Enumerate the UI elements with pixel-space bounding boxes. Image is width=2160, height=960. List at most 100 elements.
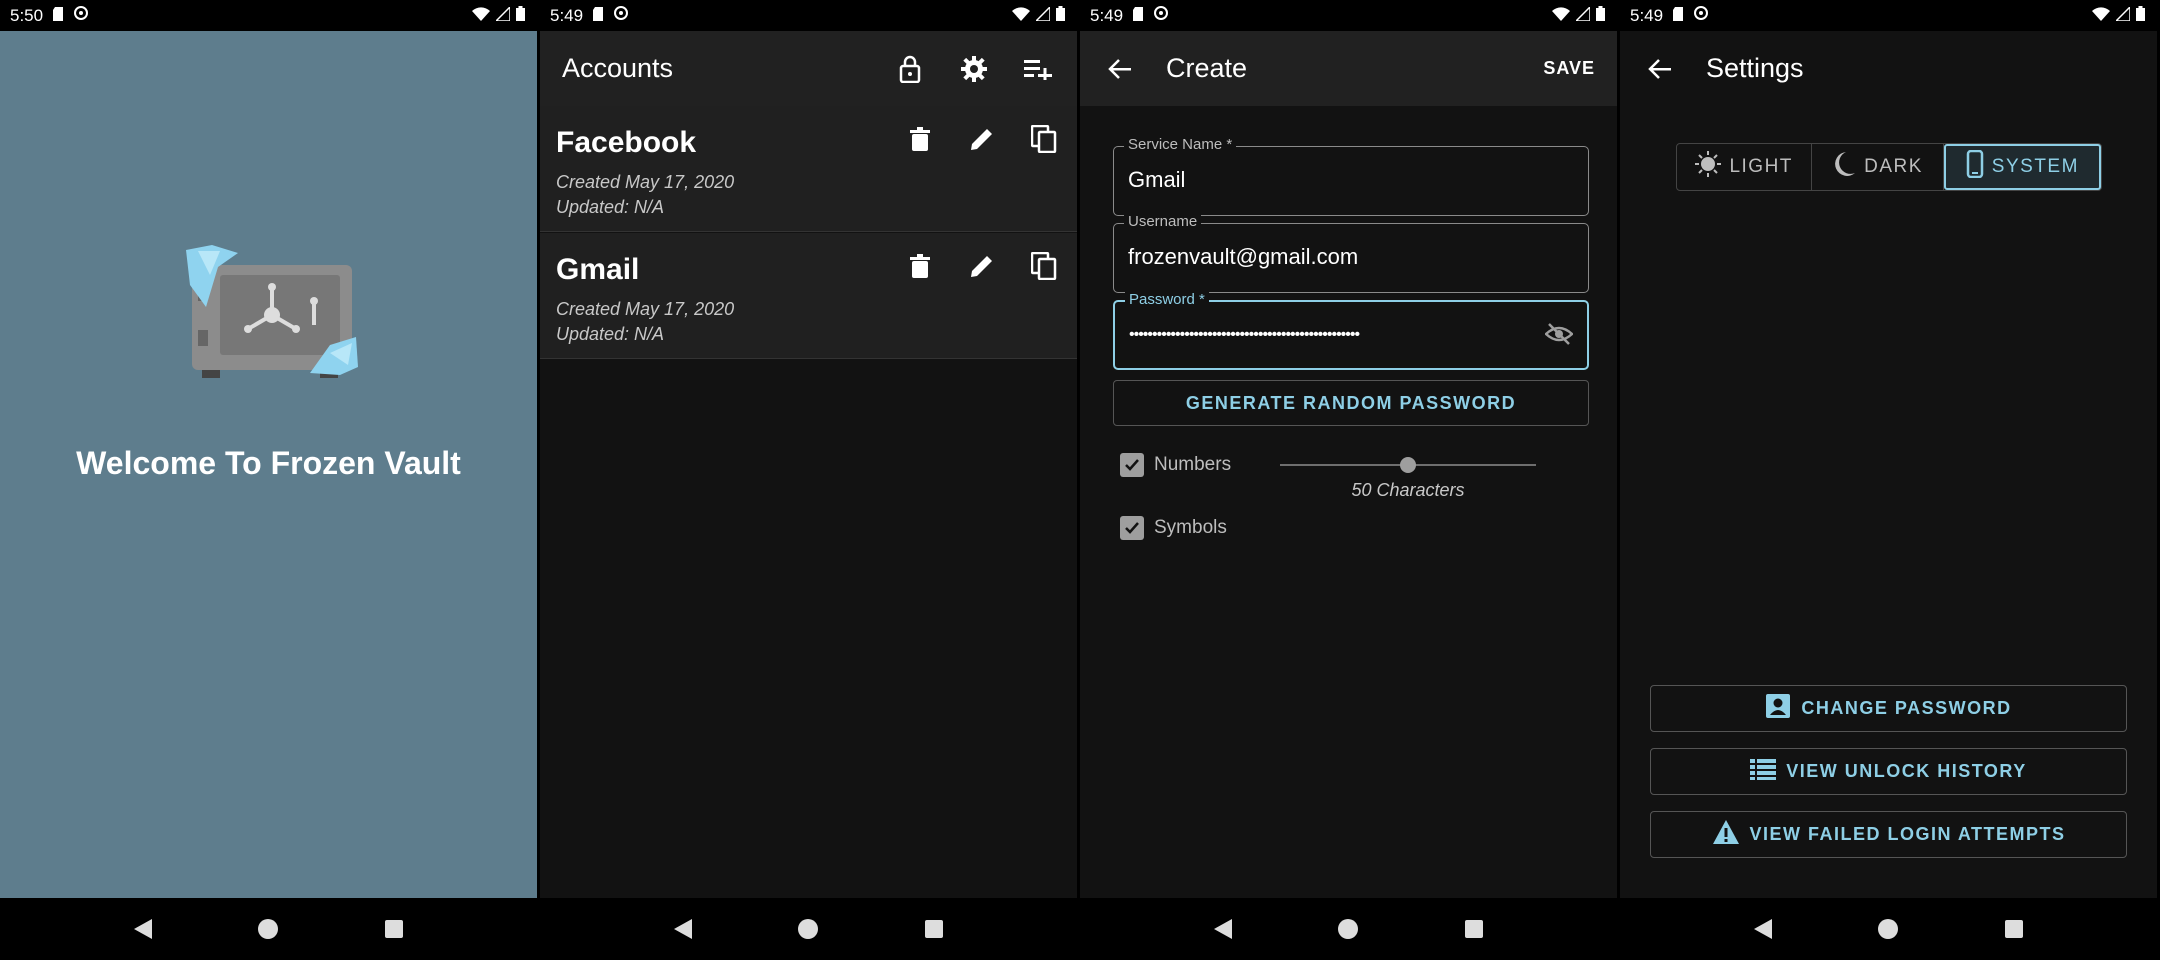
- password-input[interactable]: [1129, 320, 1529, 350]
- nav-bar: [1080, 898, 1617, 960]
- wifi-icon: [1552, 6, 1570, 26]
- numbers-label: Numbers: [1154, 454, 1232, 475]
- sd-card-icon: [1673, 6, 1685, 26]
- change-password-button[interactable]: CHANGE PASSWORD: [1650, 685, 2127, 732]
- settings-screen: 5:49 Settings LIGHT DARK SYSTEM CHANGE P…: [1620, 0, 2157, 960]
- gear-icon[interactable]: [957, 52, 991, 86]
- signal-icon: [1034, 4, 1051, 26]
- edit-icon[interactable]: [965, 122, 999, 156]
- copy-icon[interactable]: [1027, 249, 1061, 283]
- app-bar: Accounts: [540, 31, 1077, 106]
- account-card-gmail[interactable]: Gmail Created May 17, 2020 Updated: N/A: [540, 233, 1077, 359]
- back-nav-icon[interactable]: [126, 912, 160, 946]
- status-time: 5:49: [1090, 5, 1124, 25]
- sync-icon: [613, 5, 629, 26]
- accounts-screen: 5:49 Accounts Facebook Created May 17, 2…: [540, 0, 1077, 960]
- edit-icon[interactable]: [965, 249, 999, 283]
- recents-nav-icon[interactable]: [377, 912, 411, 946]
- sd-card-icon: [1133, 6, 1145, 26]
- length-slider-thumb[interactable]: [1400, 457, 1416, 473]
- home-nav-icon[interactable]: [1331, 912, 1365, 946]
- generate-random-password-button[interactable]: GENERATE RANDOM PASSWORD: [1113, 380, 1589, 426]
- theme-dark-option[interactable]: DARK: [1812, 144, 1944, 190]
- service-name-input[interactable]: [1128, 165, 1528, 195]
- failed-login-label: VIEW FAILED LOGIN ATTEMPTS: [1749, 824, 2066, 844]
- status-time: 5:50: [10, 5, 44, 25]
- theme-toggle-group: LIGHT DARK SYSTEM: [1676, 143, 2102, 191]
- username-input[interactable]: [1128, 242, 1528, 272]
- wifi-icon: [2092, 6, 2110, 26]
- visibility-off-icon[interactable]: [1544, 322, 1574, 351]
- sync-icon: [1153, 5, 1169, 26]
- signal-icon: [494, 4, 511, 26]
- symbols-checkbox[interactable]: [1120, 516, 1144, 540]
- home-nav-icon[interactable]: [251, 912, 285, 946]
- length-caption: 50 Characters: [1351, 480, 1465, 500]
- length-slider[interactable]: [1280, 457, 1536, 473]
- phone-icon: [1966, 149, 1984, 184]
- warning-icon: [1712, 819, 1740, 850]
- account-card-facebook[interactable]: Facebook Created May 17, 2020 Updated: N…: [540, 106, 1077, 232]
- save-button[interactable]: SAVE: [1543, 58, 1595, 79]
- sync-icon: [73, 5, 89, 26]
- account-created: Created May 17, 2020: [556, 172, 735, 192]
- numbers-option[interactable]: Numbers: [1120, 453, 1231, 477]
- page-title: Create: [1166, 53, 1248, 83]
- account-created: Created May 17, 2020: [556, 299, 735, 319]
- frozen-vault-logo: [180, 245, 360, 380]
- status-bar: 5:49: [1620, 0, 2157, 31]
- back-arrow-icon[interactable]: [1102, 52, 1136, 86]
- nav-bar: [1620, 898, 2157, 960]
- battery-icon: [1056, 5, 1065, 26]
- home-nav-icon[interactable]: [1871, 912, 1905, 946]
- symbols-label: Symbols: [1154, 517, 1227, 538]
- view-failed-login-attempts-button[interactable]: VIEW FAILED LOGIN ATTEMPTS: [1650, 811, 2127, 858]
- theme-light-label: LIGHT: [1729, 156, 1793, 177]
- status-time: 5:49: [550, 5, 584, 25]
- add-list-icon[interactable]: [1021, 52, 1055, 86]
- sync-icon: [1693, 5, 1709, 26]
- service-name-field: Service Name *: [1113, 136, 1589, 216]
- moon-icon: [1832, 151, 1856, 183]
- view-unlock-history-button[interactable]: VIEW UNLOCK HISTORY: [1650, 748, 2127, 795]
- theme-system-option[interactable]: SYSTEM: [1943, 144, 2101, 190]
- account-updated: Updated: N/A: [556, 197, 665, 217]
- change-password-label: CHANGE PASSWORD: [1801, 698, 2012, 718]
- wifi-icon: [1012, 6, 1030, 26]
- username-label: Username: [1124, 213, 1202, 230]
- home-nav-icon[interactable]: [791, 912, 825, 946]
- recents-nav-icon[interactable]: [1457, 912, 1491, 946]
- delete-icon[interactable]: [903, 122, 937, 156]
- sd-card-icon: [593, 6, 605, 26]
- signal-icon: [2114, 4, 2131, 26]
- create-screen: 5:49 Create SAVE Service Name * Username: [1080, 0, 1617, 960]
- lock-icon[interactable]: [893, 52, 927, 86]
- list-icon: [1750, 758, 1777, 785]
- sun-icon: [1695, 151, 1722, 183]
- back-nav-icon[interactable]: [1206, 912, 1240, 946]
- username-field: Username: [1113, 213, 1589, 293]
- status-bar: 5:49: [540, 0, 1077, 31]
- wifi-icon: [472, 6, 490, 26]
- copy-icon[interactable]: [1027, 122, 1061, 156]
- symbols-option[interactable]: Symbols: [1120, 516, 1227, 540]
- status-bar: 5:50: [0, 0, 537, 31]
- back-nav-icon[interactable]: [666, 912, 700, 946]
- app-bar: Create SAVE: [1080, 31, 1617, 106]
- page-title: Accounts: [562, 53, 674, 83]
- welcome-title: Welcome To Frozen Vault: [76, 445, 461, 481]
- recents-nav-icon[interactable]: [1997, 912, 2031, 946]
- back-arrow-icon[interactable]: [1642, 52, 1676, 86]
- theme-light-option[interactable]: LIGHT: [1677, 144, 1813, 190]
- page-title: Settings: [1706, 53, 1804, 83]
- theme-system-label: SYSTEM: [1991, 156, 2079, 177]
- unlock-history-label: VIEW UNLOCK HISTORY: [1786, 761, 2027, 781]
- recents-nav-icon[interactable]: [917, 912, 951, 946]
- app-bar: Settings: [1620, 31, 2157, 106]
- battery-icon: [2136, 5, 2145, 26]
- delete-icon[interactable]: [903, 249, 937, 283]
- numbers-checkbox[interactable]: [1120, 453, 1144, 477]
- back-nav-icon[interactable]: [1746, 912, 1780, 946]
- status-bar: 5:49: [1080, 0, 1617, 31]
- account-updated: Updated: N/A: [556, 324, 665, 344]
